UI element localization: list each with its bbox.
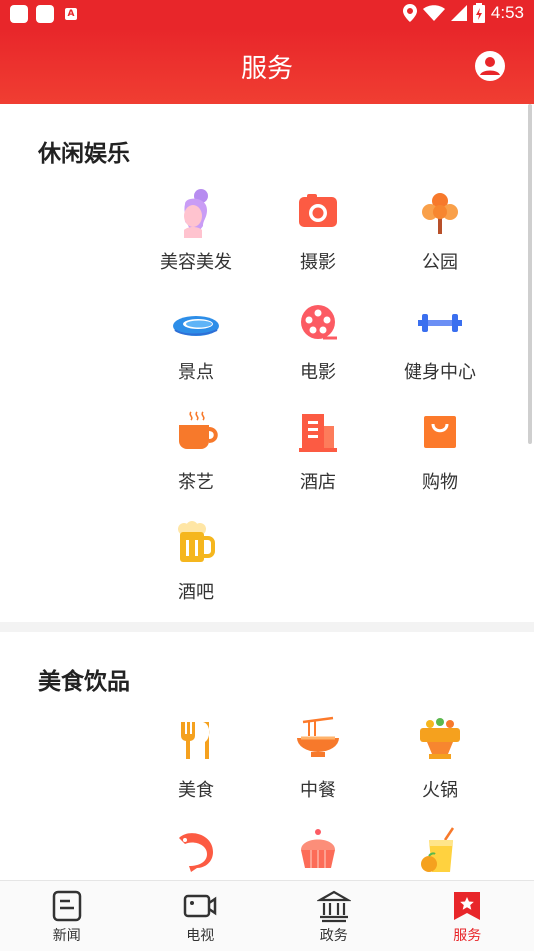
bottom-tab-bar: 新闻 电视 政务 服务 [0,880,534,951]
service-item-movie[interactable]: 电影 [257,292,379,402]
tv-camera-icon [183,889,217,923]
section-food-drinks: 美食饮品 美食 中餐 火锅 [0,632,534,880]
service-content[interactable]: 休闲娱乐 美容美发 摄影 公园 景点 电影 [0,104,534,880]
shopping-bag-icon [415,408,465,458]
beer-icon [171,518,221,568]
service-item-label: 中餐 [300,776,336,802]
service-item-dessert[interactable] [257,820,379,880]
government-icon [317,889,351,923]
service-item-label: 美食 [178,776,214,802]
beauty-icon [171,188,221,238]
service-item-label: 健身中心 [404,358,476,384]
notification-letter-icon: A [65,8,77,20]
film-reel-icon [293,298,343,348]
user-profile-icon[interactable] [474,50,506,82]
service-item-label: 购物 [422,468,458,494]
service-item-label: 美容美发 [160,248,232,274]
service-bookmark-icon [450,889,484,923]
camera-icon [293,188,343,238]
shrimp-icon [171,826,221,876]
service-item-drinks[interactable] [379,820,501,880]
juice-icon [415,826,465,876]
notification-icon [10,5,28,23]
service-item-label: 火锅 [422,776,458,802]
tab-service[interactable]: 服务 [401,881,534,951]
service-item-label: 摄影 [300,248,336,274]
page-title: 服务 [0,48,534,85]
location-icon [403,4,417,22]
tab-label: 新闻 [53,925,81,945]
notification-icon [36,5,54,23]
news-icon [50,889,84,923]
hotpot-icon [415,716,465,766]
service-item-food[interactable]: 美食 [135,710,257,820]
service-grid: 美食 中餐 火锅 [135,710,501,880]
tab-news[interactable]: 新闻 [0,881,134,951]
hotel-icon [293,408,343,458]
service-item-bar[interactable]: 酒吧 [135,512,257,622]
service-item-chinese-food[interactable]: 中餐 [257,710,379,820]
tab-label: 电视 [186,925,214,945]
section-title: 休闲娱乐 [38,134,130,168]
signal-icon [451,5,467,21]
wifi-icon [423,5,445,21]
app-header: 服务 [0,28,534,104]
fork-knife-icon [171,716,221,766]
tea-cup-icon [171,408,221,458]
status-bar: A 4:53 [0,0,534,28]
service-item-label: 景点 [178,358,214,384]
tree-icon [415,188,465,238]
service-item-hotel[interactable]: 酒店 [257,402,379,512]
section-title: 美食饮品 [38,662,130,696]
service-item-beauty[interactable]: 美容美发 [135,182,257,292]
dumbbell-icon [415,298,465,348]
service-item-park[interactable]: 公园 [379,182,501,292]
service-item-label: 茶艺 [178,468,214,494]
scenic-icon [171,298,221,348]
tab-label: 政务 [320,925,348,945]
service-item-label: 酒店 [300,468,336,494]
status-time: 4:53 [491,3,524,23]
service-item-label: 公园 [422,248,458,274]
section-leisure: 休闲娱乐 美容美发 摄影 公园 景点 电影 [0,104,534,622]
noodle-bowl-icon [293,716,343,766]
service-item-label: 电影 [300,358,336,384]
scrollbar[interactable] [528,104,532,444]
service-item-label: 酒吧 [178,578,214,604]
service-item-gym[interactable]: 健身中心 [379,292,501,402]
tab-label: 服务 [453,925,481,945]
service-item-seafood[interactable] [135,820,257,880]
service-item-photography[interactable]: 摄影 [257,182,379,292]
cupcake-icon [293,826,343,876]
battery-icon [473,3,485,23]
service-item-hotpot[interactable]: 火锅 [379,710,501,820]
service-item-scenic[interactable]: 景点 [135,292,257,402]
tab-government[interactable]: 政务 [267,881,401,951]
service-item-tea[interactable]: 茶艺 [135,402,257,512]
tab-tv[interactable]: 电视 [134,881,268,951]
service-grid: 美容美发 摄影 公园 景点 电影 健身中心 [135,182,501,622]
service-item-shopping[interactable]: 购物 [379,402,501,512]
